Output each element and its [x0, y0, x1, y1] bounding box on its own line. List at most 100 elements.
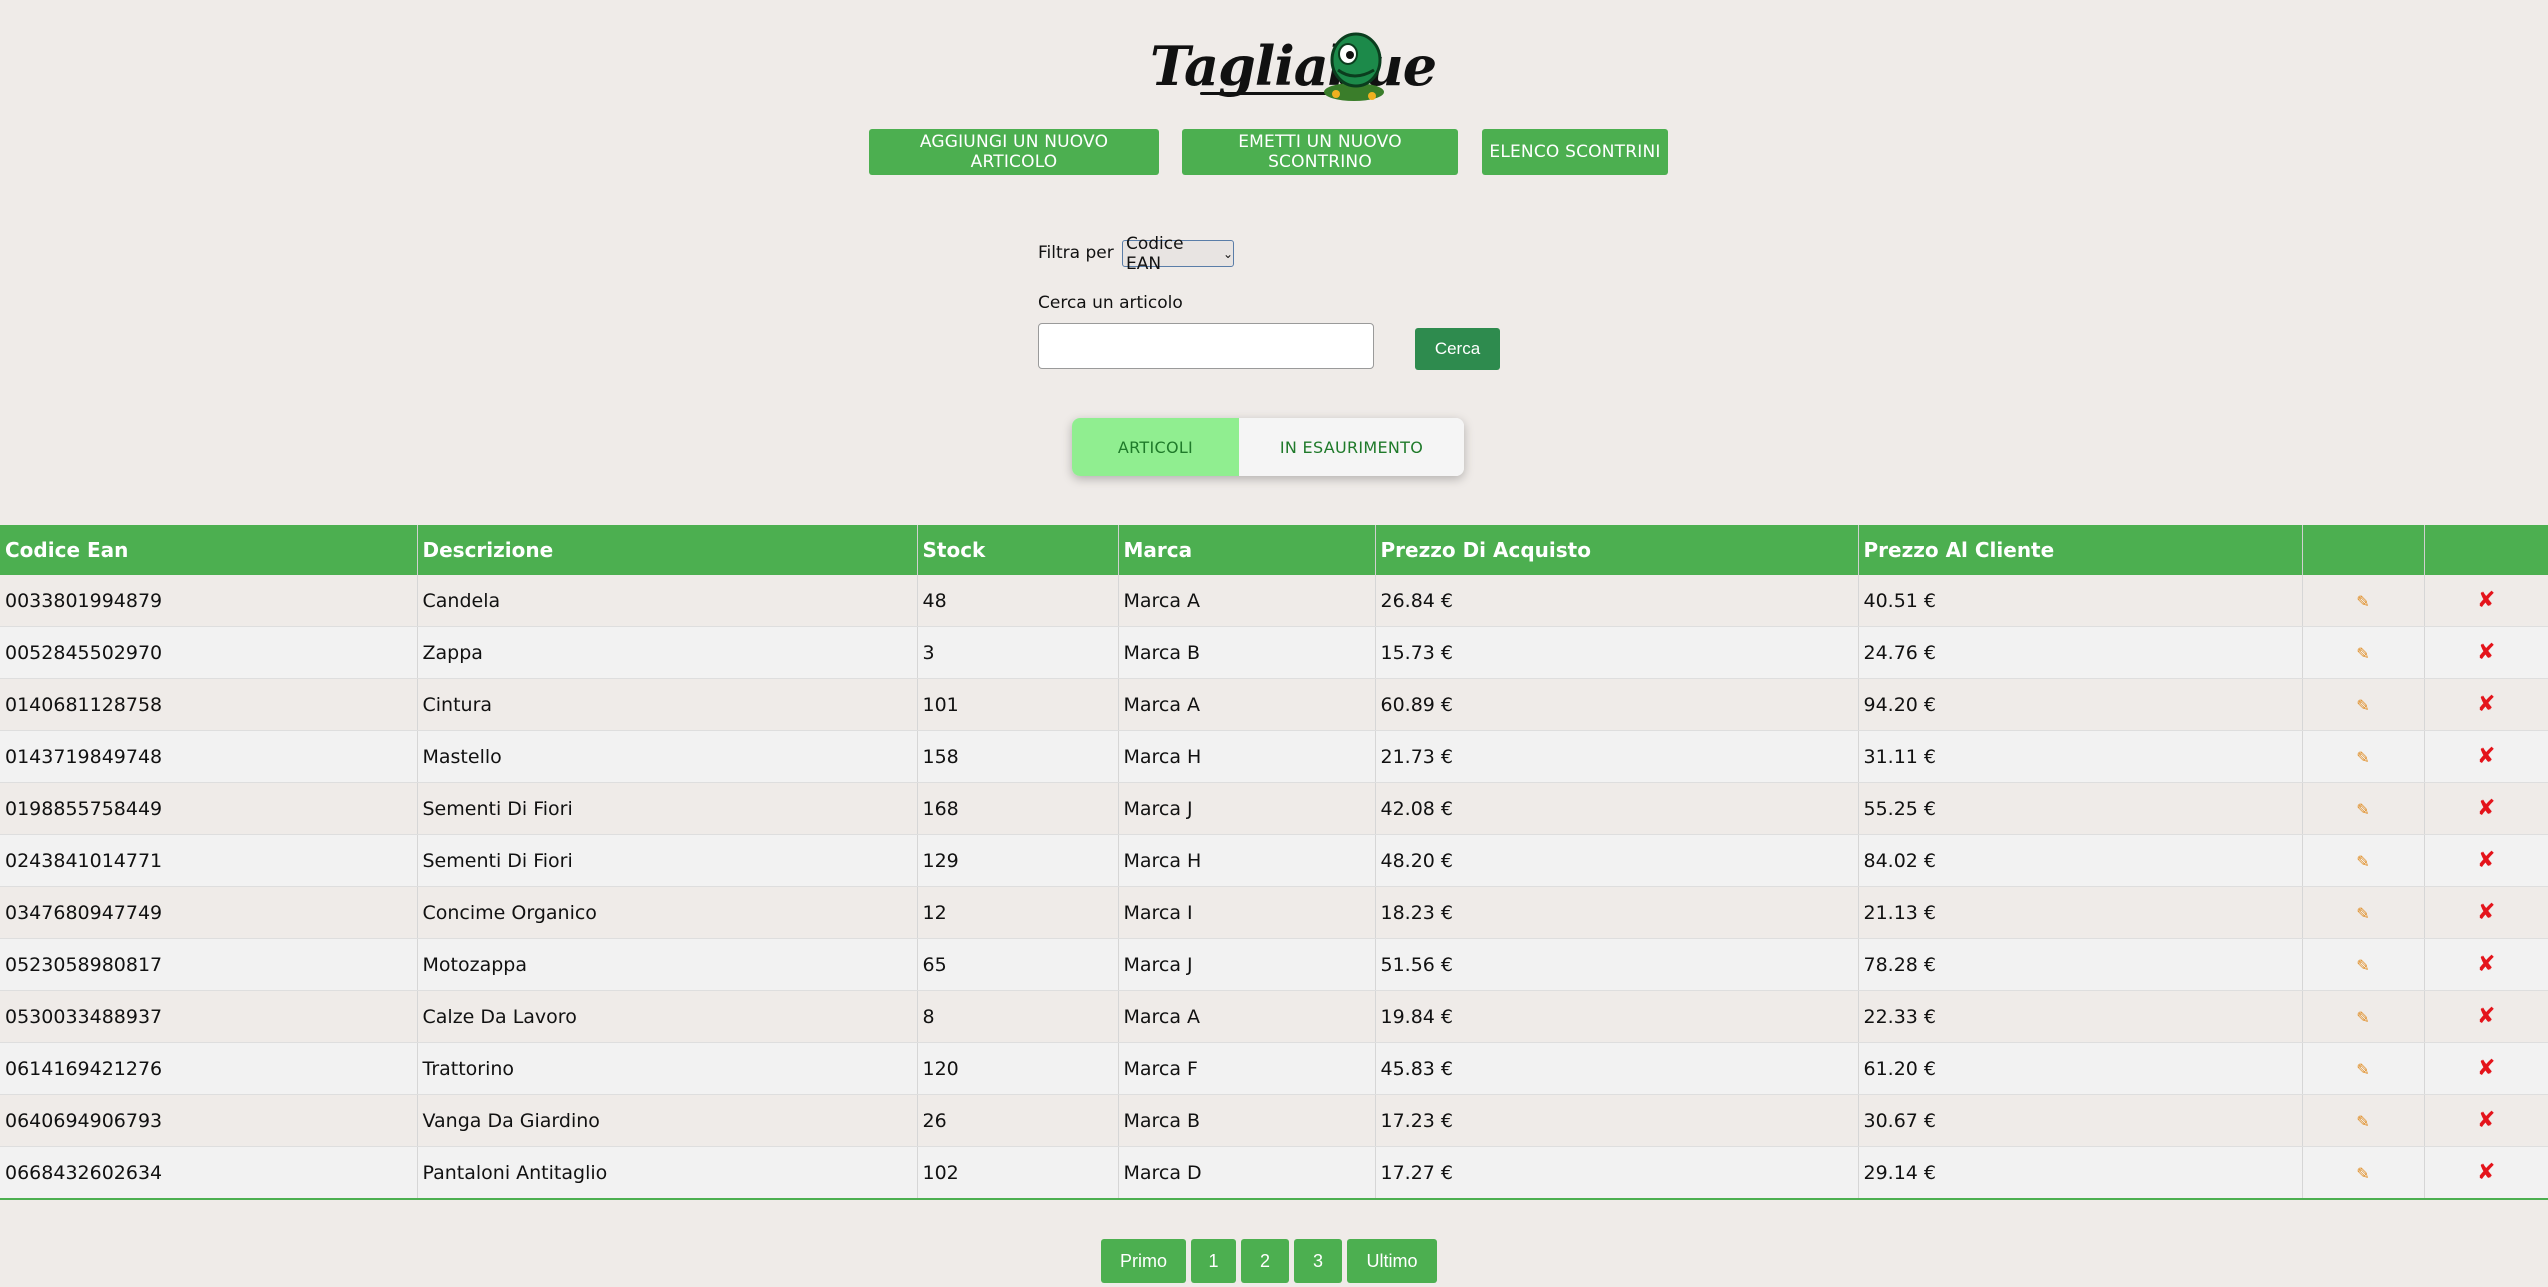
pencil-icon[interactable]: ✎ [2356, 956, 2369, 975]
pencil-icon[interactable]: ✎ [2356, 748, 2369, 767]
header-edit [2302, 525, 2425, 575]
cross-icon[interactable]: ✘ [2477, 848, 2495, 873]
pencil-icon[interactable]: ✎ [2356, 644, 2369, 663]
cell-marca: Marca A [1118, 575, 1376, 627]
cell-prezzo-acquisto: 26.84 € [1375, 575, 1859, 627]
cell-descrizione: Calze Da Lavoro [417, 990, 918, 1043]
cell-marca: Marca D [1118, 1146, 1376, 1200]
cell-prezzo-cliente: 24.76 € [1858, 626, 2303, 679]
cell-prezzo-cliente: 94.20 € [1858, 678, 2303, 731]
cell-prezzo-acquisto: 19.84 € [1375, 990, 1859, 1043]
page-1-button[interactable]: 1 [1191, 1239, 1236, 1283]
tab-low-stock[interactable]: IN ESAURIMENTO [1239, 418, 1464, 476]
cell-marca: Marca B [1118, 1094, 1376, 1147]
add-article-button[interactable]: AGGIUNGI UN NUOVO ARTICOLO [869, 129, 1159, 175]
cell-descrizione: Pantaloni Antitaglio [417, 1146, 918, 1200]
cell-marca: Marca J [1118, 782, 1376, 835]
pencil-icon[interactable]: ✎ [2356, 1164, 2369, 1183]
cross-icon[interactable]: ✘ [2477, 640, 2495, 665]
pencil-icon[interactable]: ✎ [2356, 696, 2369, 715]
pencil-icon[interactable]: ✎ [2356, 1112, 2369, 1131]
cell-prezzo-cliente: 21.13 € [1858, 886, 2303, 939]
header-codice-ean: Codice Ean [0, 525, 418, 575]
cell-stock: 12 [917, 886, 1119, 939]
cell-marca: Marca H [1118, 730, 1376, 783]
edit-cell: ✎ [2302, 678, 2425, 731]
cross-icon[interactable]: ✘ [2477, 692, 2495, 717]
cell-prezzo-acquisto: 51.56 € [1375, 938, 1859, 991]
edit-cell: ✎ [2302, 575, 2425, 627]
cell-marca: Marca A [1118, 678, 1376, 731]
table-row: 0140681128758 Cintura 101 Marca A 60.89 €94.… [0, 678, 2548, 731]
cell-codice-ean: 0614169421276 [0, 1042, 418, 1095]
cell-prezzo-acquisto: 18.23 € [1375, 886, 1859, 939]
cross-icon[interactable]: ✘ [2477, 1004, 2495, 1029]
cross-icon[interactable]: ✘ [2477, 900, 2495, 925]
table-row: 0530033488937 Calze Da Lavoro 8 Marca A 19.8… [0, 990, 2548, 1043]
cell-prezzo-cliente: 55.25 € [1858, 782, 2303, 835]
delete-cell: ✘ [2424, 990, 2548, 1043]
table-row: 0052845502970 Zappa 3 Marca B 15.73 €24.76 €… [0, 626, 2548, 679]
cell-stock: 8 [917, 990, 1119, 1043]
cross-icon[interactable]: ✘ [2477, 1108, 2495, 1133]
pencil-icon[interactable]: ✎ [2356, 1008, 2369, 1027]
cell-prezzo-acquisto: 45.83 € [1375, 1042, 1859, 1095]
cross-icon[interactable]: ✘ [2477, 588, 2495, 613]
header-delete [2424, 525, 2548, 575]
cross-icon[interactable]: ✘ [2477, 744, 2495, 769]
edit-cell: ✎ [2302, 886, 2425, 939]
filter-select[interactable]: Codice EAN ⌄ [1122, 234, 1234, 274]
header-prezzo-cliente: Prezzo Al Cliente [1858, 525, 2303, 575]
emit-receipt-button[interactable]: EMETTI UN NUOVO SCONTRINO [1182, 129, 1458, 175]
cell-prezzo-cliente: 30.67 € [1858, 1094, 2303, 1147]
cell-codice-ean: 0640694906793 [0, 1094, 418, 1147]
cell-descrizione: Sementi Di Fiori [417, 782, 918, 835]
delete-cell: ✘ [2424, 886, 2548, 939]
pencil-icon[interactable]: ✎ [2356, 904, 2369, 923]
table-row: 0523058980817 Motozappa 65 Marca J 51.56 €78… [0, 938, 2548, 991]
page-2-button[interactable]: 2 [1241, 1239, 1289, 1283]
page-last-button[interactable]: Ultimo [1347, 1239, 1437, 1283]
tab-articles[interactable]: ARTICOLI [1072, 418, 1239, 476]
cell-prezzo-cliente: 31.11 € [1858, 730, 2303, 783]
cell-marca: Marca A [1118, 990, 1376, 1043]
cell-codice-ean: 0198855758449 [0, 782, 418, 835]
cell-marca: Marca I [1118, 886, 1376, 939]
edit-cell: ✎ [2302, 834, 2425, 887]
pencil-icon[interactable]: ✎ [2356, 1060, 2369, 1079]
delete-cell: ✘ [2424, 1042, 2548, 1095]
delete-cell: ✘ [2424, 730, 2548, 783]
cell-descrizione: Candela [417, 575, 918, 627]
cell-codice-ean: 0243841014771 [0, 834, 418, 887]
cell-marca: Marca H [1118, 834, 1376, 887]
table-row: 0347680947749 Concime Organico 12 Marca I 18… [0, 886, 2548, 939]
cell-marca: Marca B [1118, 626, 1376, 679]
cross-icon[interactable]: ✘ [2477, 796, 2495, 821]
receipt-list-button[interactable]: ELENCO SCONTRINI [1482, 129, 1668, 175]
delete-cell: ✘ [2424, 678, 2548, 731]
header-marca: Marca [1118, 525, 1376, 575]
cross-icon[interactable]: ✘ [2477, 1160, 2495, 1185]
table-header-row: Codice Ean Descrizione Stock Marca Prezz… [0, 525, 2548, 575]
cell-stock: 3 [917, 626, 1119, 679]
pencil-icon[interactable]: ✎ [2356, 592, 2369, 611]
page-3-button[interactable]: 3 [1294, 1239, 1342, 1283]
cross-icon[interactable]: ✘ [2477, 952, 2495, 977]
cell-stock: 26 [917, 1094, 1119, 1147]
pencil-icon[interactable]: ✎ [2356, 800, 2369, 819]
cell-prezzo-acquisto: 42.08 € [1375, 782, 1859, 835]
pencil-icon[interactable]: ✎ [2356, 852, 2369, 871]
cell-descrizione: Cintura [417, 678, 918, 731]
search-button[interactable]: Cerca [1415, 328, 1500, 370]
cell-descrizione: Motozappa [417, 938, 918, 991]
cell-descrizione: Mastello [417, 730, 918, 783]
table-row: 0198855758449 Sementi Di Fiori 168 Marca J4… [0, 782, 2548, 835]
table-row: 0614169421276 Trattorino 120 Marca F 45.83 €… [0, 1042, 2548, 1095]
cell-prezzo-acquisto: 15.73 € [1375, 626, 1859, 679]
cell-descrizione: Concime Organico [417, 886, 918, 939]
delete-cell: ✘ [2424, 626, 2548, 679]
search-input[interactable] [1038, 323, 1374, 369]
cross-icon[interactable]: ✘ [2477, 1056, 2495, 1081]
page-first-button[interactable]: Primo [1101, 1239, 1186, 1283]
cell-stock: 158 [917, 730, 1119, 783]
